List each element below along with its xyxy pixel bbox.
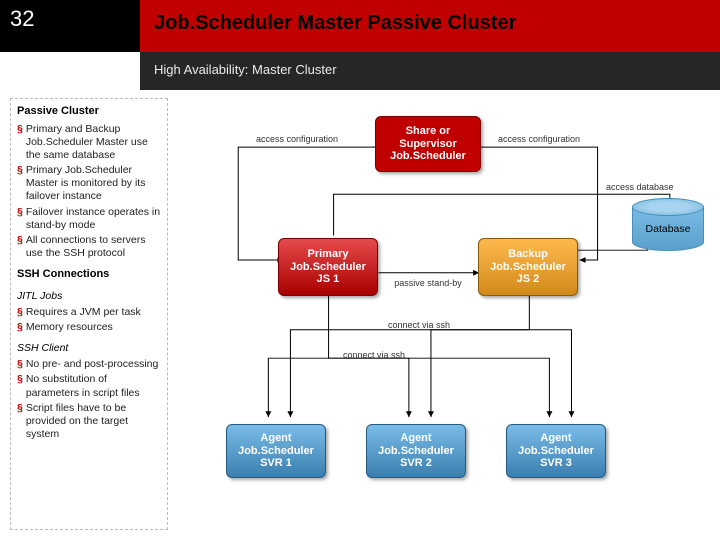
diagram-canvas: Share or Supervisor Job.Scheduler Primar…	[178, 98, 710, 530]
sidebar-bullet: Memory resources	[26, 321, 113, 334]
node-line: Agent	[509, 432, 603, 445]
sidebar: Passive Cluster §Primary and Backup Job.…	[10, 98, 168, 530]
label-access-db: access database	[606, 182, 674, 192]
sidebar-bullet: No pre- and post-processing	[26, 358, 159, 371]
database-node: Database	[632, 198, 704, 251]
node-line: Agent	[229, 432, 323, 445]
node-line: SVR 3	[509, 457, 603, 470]
label-ssh-lower: connect via ssh	[343, 350, 405, 360]
node-line: Job.Scheduler	[509, 445, 603, 458]
sidebar-bullet: Requires a JVM per task	[26, 306, 141, 319]
slide-number: 32	[0, 0, 140, 52]
node-line: Job.Scheduler	[481, 261, 575, 274]
sidebar-heading-ssh: SSH Connections	[17, 268, 161, 282]
node-line: Supervisor	[378, 138, 478, 151]
agent3-node: Agent Job.Scheduler SVR 3	[506, 424, 606, 478]
agent1-node: Agent Job.Scheduler SVR 1	[226, 424, 326, 478]
node-line: JS 1	[281, 273, 375, 286]
primary-node: Primary Job.Scheduler JS 1	[278, 238, 378, 296]
node-line: Share or	[378, 125, 478, 138]
page-title: Job.Scheduler Master Passive Cluster	[140, 0, 720, 52]
sub-blank	[0, 52, 140, 90]
page-subtitle: High Availability: Master Cluster	[140, 52, 720, 90]
backup-node: Backup Job.Scheduler JS 2	[478, 238, 578, 296]
label-access-cfg-left: access configuration	[256, 134, 338, 144]
node-line: SVR 1	[229, 457, 323, 470]
sidebar-bullet: Primary and Backup Job.Scheduler Master …	[26, 123, 161, 162]
sidebar-bullet: Failover instance operates in stand-by m…	[26, 206, 161, 232]
sidebar-bullet: Primary Job.Scheduler Master is monitore…	[26, 164, 161, 203]
supervisor-node: Share or Supervisor Job.Scheduler	[375, 116, 481, 172]
sidebar-bullet: All connections to servers use the SSH p…	[26, 234, 161, 260]
sidebar-bullet: No substitution of parameters in script …	[26, 373, 161, 399]
node-line: Job.Scheduler	[281, 261, 375, 274]
node-line: Primary	[281, 248, 375, 261]
node-line: Job.Scheduler	[229, 445, 323, 458]
node-line: JS 2	[481, 273, 575, 286]
node-line: SVR 2	[369, 457, 463, 470]
sidebar-jitl-heading: JITL Jobs	[17, 290, 161, 303]
sidebar-sshclient-heading: SSH Client	[17, 342, 161, 355]
node-line: Job.Scheduler	[378, 150, 478, 163]
sidebar-heading: Passive Cluster	[17, 105, 161, 119]
node-line: Agent	[369, 432, 463, 445]
label-ssh-upper: connect via ssh	[388, 320, 450, 330]
database-label: Database	[646, 223, 691, 235]
agent2-node: Agent Job.Scheduler SVR 2	[366, 424, 466, 478]
label-standby: passive stand-by	[388, 278, 468, 288]
node-line: Job.Scheduler	[369, 445, 463, 458]
label-access-cfg-right: access configuration	[498, 134, 580, 144]
node-line: Backup	[481, 248, 575, 261]
sidebar-bullet: Script files have to be provided on the …	[26, 402, 161, 441]
